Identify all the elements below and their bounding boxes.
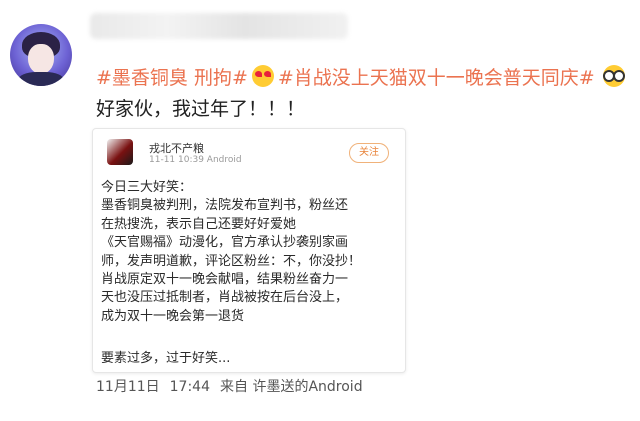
card-footer-text: 要素过多，过于好笑... xyxy=(101,351,231,366)
card-line: 在热搜洗，表示自己还要好好爱她 xyxy=(101,216,297,232)
card-author-avatar xyxy=(107,139,133,165)
card-line: 今日三大好笑： xyxy=(101,180,193,195)
post-timestamp: 11月11日 17:44 来自 许墨送的Android xyxy=(96,376,373,396)
avatar-face xyxy=(28,44,54,74)
card-post-meta: 11-11 10:39 Android xyxy=(149,155,242,165)
blurred-username[interactable] xyxy=(90,13,348,39)
card-line: 天也没压过抵制者，肖战被按在后台没上， xyxy=(101,290,349,306)
tag-link[interactable]: #墨香铜臭 刑拘# xyxy=(96,63,248,90)
card-author-name: 戎北不产粮 xyxy=(149,142,204,155)
post-source[interactable]: 来自 许墨送的Android xyxy=(220,379,363,395)
card-line: 肖战原定双十一晚会献唱，结果粉丝奋力一 xyxy=(101,272,349,288)
tag-link[interactable]: #肖战没上天猫双十一晚会普天同庆# xyxy=(278,63,595,90)
card-content: 今日三大好笑： 墨香铜臭被判刑，法院发布宣判书，粉丝还 在热搜洗，表示自己还要好… xyxy=(101,179,401,326)
post-tags: #墨香铜臭 刑拘# #肖战没上天猫双十一晚会普天同庆# xyxy=(96,62,625,90)
user-avatar[interactable] xyxy=(10,24,72,86)
follow-button[interactable]: 关注 xyxy=(349,143,389,163)
post-date: 11月11日 xyxy=(96,379,160,395)
glasses-emoji-icon xyxy=(602,65,625,87)
heart-eyes-emoji-icon xyxy=(251,65,274,87)
card-line: 师，发声明道歉，评论区粉丝：不，你没抄！ xyxy=(101,253,362,269)
embedded-screenshot-card[interactable]: 戎北不产粮 11-11 10:39 Android 关注 今日三大好笑： 墨香铜… xyxy=(92,128,406,373)
post-body-text: 好家伙，我过年了！！！ xyxy=(96,98,306,120)
avatar-shirt xyxy=(18,72,64,86)
post-time: 17:44 xyxy=(169,379,210,395)
card-line: 墨香铜臭被判刑，法院发布宣判书，粉丝还 xyxy=(101,198,349,214)
card-line: 《天官赐福》动漫化，官方承认抄袭别家画 xyxy=(101,235,349,251)
card-line: 成为双十一晚会第一退货 xyxy=(101,308,245,324)
